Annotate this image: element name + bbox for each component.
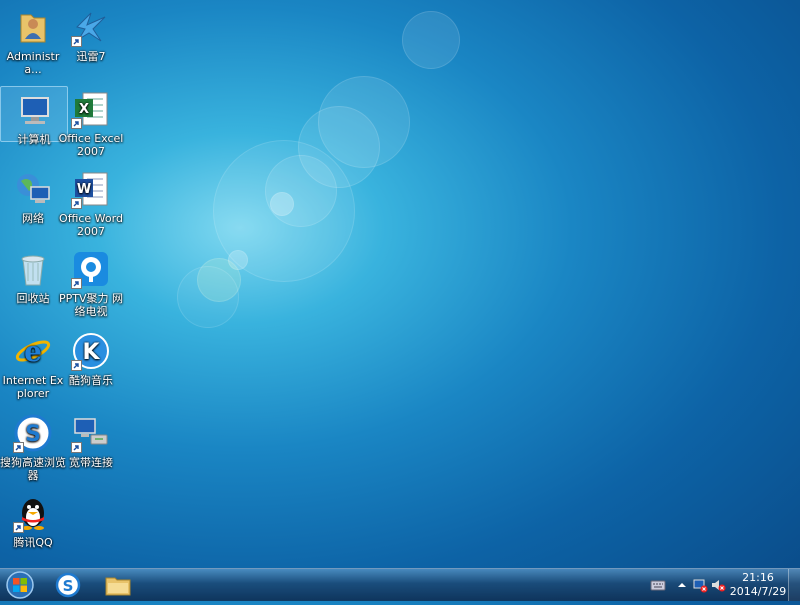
shortcut-arrow-icon	[71, 36, 82, 47]
icon-label: 宽带连接	[69, 456, 113, 469]
desktop-icon-kugou[interactable]: K 酷狗音乐	[58, 328, 124, 387]
taskbar-pinned-sogou-browser[interactable]: S	[46, 570, 90, 600]
start-button[interactable]	[3, 569, 37, 601]
icon-label: 回收站	[16, 292, 50, 305]
system-clock[interactable]: 21:16 2014/7/29	[728, 571, 788, 599]
shortcut-arrow-icon	[71, 360, 82, 371]
show-desktop-button[interactable]	[788, 569, 800, 601]
pptv-icon	[71, 249, 111, 289]
svg-text:S: S	[63, 577, 74, 595]
icon-label: 酷狗音乐	[69, 374, 113, 387]
desktop-icon-qq[interactable]: 腾讯QQ	[0, 490, 66, 549]
icon-label: 腾讯QQ	[13, 536, 53, 549]
kugou-icon: K	[71, 331, 111, 371]
svg-text:S: S	[25, 422, 41, 447]
word-icon: W	[71, 169, 111, 209]
svg-text:e: e	[24, 335, 42, 368]
desktop-icon-administrator[interactable]: Administra...	[0, 4, 66, 76]
thunder-icon	[71, 7, 111, 47]
icon-label: Office Word 2007	[59, 212, 123, 238]
desktop-icon-excel[interactable]: X Office Excel 2007	[58, 86, 124, 158]
svg-text:W: W	[77, 182, 91, 197]
shortcut-arrow-icon	[71, 118, 82, 129]
icon-label: Office Excel 2007	[58, 132, 124, 158]
computer-icon	[14, 90, 54, 130]
volume-muted-icon[interactable]	[710, 577, 726, 593]
folder-icon	[105, 577, 131, 596]
sogou-browser-icon: S	[13, 413, 53, 453]
shortcut-arrow-icon	[71, 198, 82, 209]
desktop-icon-network[interactable]: 网络	[0, 166, 66, 225]
keyboard-icon[interactable]	[650, 577, 666, 593]
clock-time: 21:16	[742, 571, 774, 584]
qq-icon	[13, 493, 53, 533]
shortcut-arrow-icon	[13, 522, 24, 533]
icon-label: 网络	[22, 212, 44, 225]
svg-text:K: K	[82, 340, 100, 365]
icon-label: 搜狗高速浏览器	[0, 456, 66, 482]
clock-date: 2014/7/29	[729, 585, 787, 598]
show-hidden-icons-icon[interactable]	[674, 577, 690, 593]
taskbar: S 21:16 2014/7/29	[0, 568, 800, 601]
sogou-browser-icon: S	[55, 572, 81, 598]
shortcut-arrow-icon	[13, 442, 24, 453]
ie-icon: e	[13, 331, 53, 371]
desktop-icon-thunder[interactable]: 迅雷7	[58, 4, 124, 63]
user-folder-icon	[13, 7, 53, 47]
icon-label: Internet Explorer	[2, 374, 64, 400]
icon-label: 迅雷7	[76, 50, 106, 63]
shortcut-arrow-icon	[71, 442, 82, 453]
desktop-icon-broadband[interactable]: 宽带连接	[58, 410, 124, 469]
svg-text:X: X	[79, 102, 89, 117]
desktop-icon-sogou-browser[interactable]: S 搜狗高速浏览器	[0, 410, 66, 482]
desktop-icon-internet-explorer[interactable]: e Internet Explorer	[0, 328, 66, 400]
desktop-icon-recycle-bin[interactable]: 回收站	[0, 246, 66, 305]
network-icon	[13, 169, 53, 209]
icon-label: Administra...	[6, 50, 60, 76]
excel-icon: X	[71, 89, 111, 129]
desktop-icon-pptv[interactable]: PPTV聚力 网络电视	[58, 246, 124, 318]
windows-logo-icon	[6, 571, 34, 599]
network-status-icon[interactable]	[692, 577, 708, 593]
broadband-icon	[71, 413, 111, 453]
recycle-bin-icon	[13, 249, 53, 289]
shortcut-arrow-icon	[71, 278, 82, 289]
taskbar-pinned-file-explorer[interactable]	[96, 570, 140, 600]
icon-label: PPTV聚力 网络电视	[58, 292, 123, 318]
desktop-icon-word[interactable]: W Office Word 2007	[58, 166, 124, 238]
